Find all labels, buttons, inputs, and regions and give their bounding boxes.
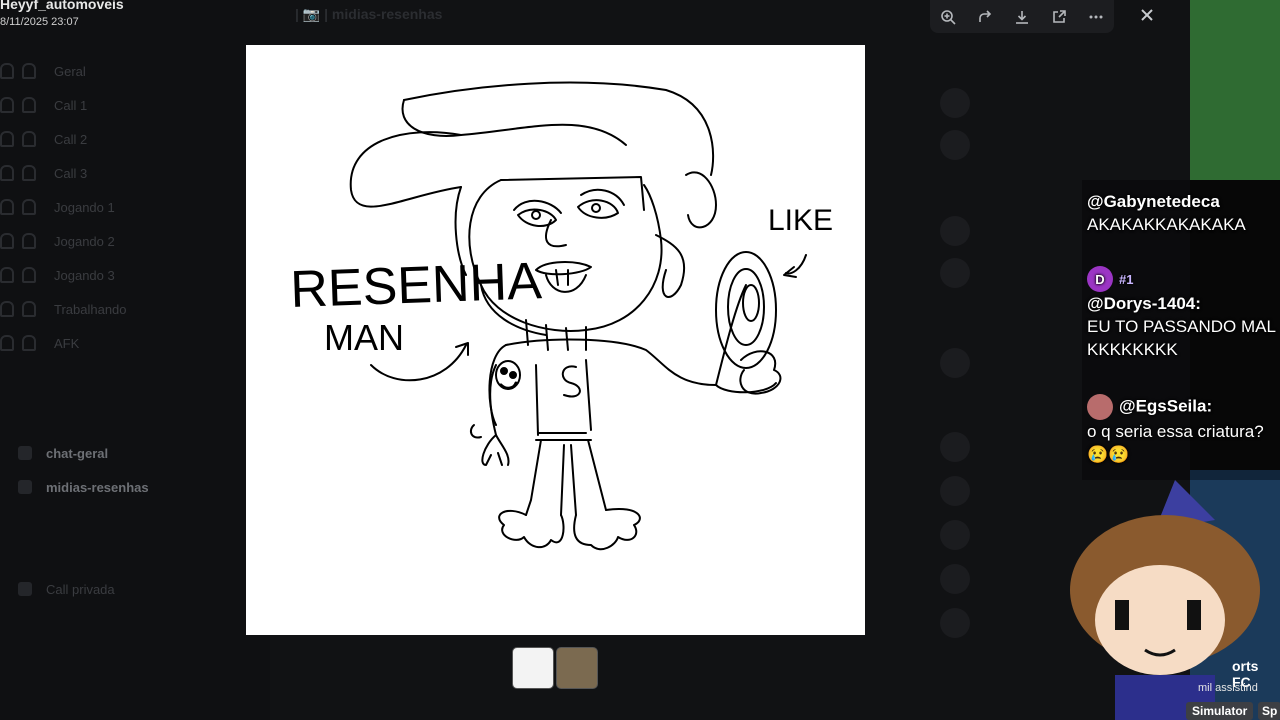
chat-author: @Gabynetedeca	[1087, 192, 1220, 211]
channel-item[interactable]: Trabalhando	[0, 294, 270, 324]
member-item[interactable]	[940, 86, 1180, 120]
image-viewer-toolbar	[930, 0, 1114, 33]
channel-item[interactable]: Call 1	[0, 90, 270, 120]
tag-sports[interactable]: Sp	[1258, 702, 1280, 720]
channel-item[interactable]: Call 2	[0, 124, 270, 154]
more-icon[interactable]	[1083, 4, 1109, 30]
chat-message: @Gabynetedeca AKAKAKKAKAKAKA	[1087, 190, 1277, 236]
chat-message: @EgsSeila: o q seria essa criatura?😢😢	[1087, 394, 1277, 466]
channel-sidebar: Geral Call 1 Call 2 Call 3 Jogando 1 Jog…	[0, 0, 270, 720]
crown-icon: #1	[1119, 271, 1134, 287]
chat-author: @Dorys-1404:	[1087, 294, 1201, 313]
channel-item[interactable]: Geral	[0, 56, 270, 86]
thumbnail-photo[interactable]	[556, 647, 598, 689]
drawing-image: RESENHA MAN LIKE	[246, 45, 865, 635]
streamer-name: Heyyf_automoveis	[0, 0, 124, 12]
chat-text: AKAKAKKAKAKAKA	[1087, 215, 1246, 234]
channel-item[interactable]: Jogando 2	[0, 226, 270, 256]
drawing-text-resenha: RESENHA	[289, 252, 543, 319]
channel-item[interactable]: Call 3	[0, 158, 270, 188]
channel-item[interactable]: Call privada	[0, 574, 270, 604]
chat-author: @EgsSeila:	[1119, 396, 1213, 416]
viewer-count: mil assistind	[1198, 682, 1258, 694]
resenha-man-drawing: RESENHA MAN LIKE	[289, 81, 833, 551]
close-icon[interactable]	[1132, 0, 1162, 30]
drawing-text-like: LIKE	[768, 204, 833, 237]
user-badge: D	[1087, 266, 1113, 292]
zoom-in-icon[interactable]	[935, 4, 961, 30]
channel-item[interactable]: Jogando 1	[0, 192, 270, 222]
thumbnail-drawing[interactable]	[512, 647, 554, 689]
drawing-text-man: MAN	[324, 317, 404, 358]
download-icon[interactable]	[1009, 4, 1035, 30]
channel-item-chat-geral[interactable]: chat-geral	[0, 438, 270, 468]
chat-message: D #1 @Dorys-1404: EU TO PASSANDO MAL KKKK…	[1087, 266, 1277, 361]
timestamp: 8/11/2025 23:07	[0, 16, 79, 28]
avatar	[1087, 394, 1113, 420]
chat-text: EU TO PASSANDO MAL KKKKKKKK	[1087, 317, 1276, 359]
game-view	[1190, 0, 1280, 180]
channel-title: | 📷 | midias-resenhas	[295, 6, 443, 22]
channel-item-midias-resenhas[interactable]: midias-resenhas	[0, 472, 270, 502]
tag-simulator[interactable]: Simulator	[1186, 702, 1254, 720]
channel-item[interactable]: AFK	[0, 328, 270, 358]
open-external-icon[interactable]	[1046, 4, 1072, 30]
member-item[interactable]	[940, 128, 1180, 162]
image-thumbnails	[512, 647, 598, 689]
forward-icon[interactable]	[972, 4, 998, 30]
channel-item[interactable]: Jogando 3	[0, 260, 270, 290]
